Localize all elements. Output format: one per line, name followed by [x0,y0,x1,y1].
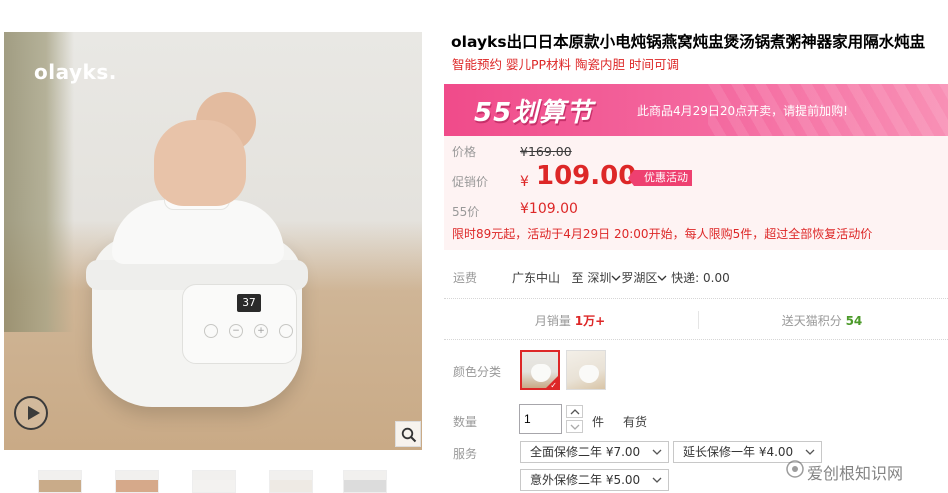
shipping-info: 广东中山 至 深圳 罗湖区 快递: 0.00 [512,269,730,286]
arrow-up-icon [570,409,580,415]
stock-status: 有货 [623,415,648,429]
chevron-down-icon [805,449,815,455]
service-option-accident-warranty[interactable]: 意外保修二年 ¥5.00 [520,469,669,491]
service-label: 服务 [453,447,478,461]
color-option-1[interactable]: ✓ [520,350,560,390]
list-price-label: 价格 [452,145,477,159]
panel-button-menu [204,324,218,338]
panel-button-minus: − [229,324,243,338]
service-text: 意外保修二年 ¥5.00 [530,473,641,487]
chevron-down-icon [652,449,662,455]
watermark-text: 爱创根知识网 [807,464,904,483]
product-subtitle: 智能预约 婴儿PP材料 陶瓷内胆 时间可调 [452,57,679,72]
thumbnail[interactable] [38,470,82,493]
ship-city: 深圳 [587,271,612,285]
thumbnail[interactable] [269,470,313,493]
product-title: olayks出口日本原款小电炖锅燕窝炖盅煲汤锅煮粥神器家用隔水炖盅 [451,33,926,51]
promo-logo: 55划算节 [474,98,594,128]
monthly-sales: 月销量 1万+ [444,312,696,329]
panel-button-plus: + [254,324,268,338]
thumbnail[interactable] [115,470,159,493]
sale-price: 109.00 [536,161,637,191]
service-text: 延长保修一年 ¥4.00 [683,445,794,459]
thumbnail-strip [38,470,398,493]
ship-city-select[interactable]: 深圳 [587,271,621,285]
main-product-image[interactable]: olayks. 37 − + [4,32,422,450]
purchase-limit-note: 限时89元起，活动于4月29日 20:00开始，每人限购5件，超过全部恢复活动价 [452,227,873,241]
ship-district: 罗湖区 [621,271,658,285]
quantity-label: 数量 [453,415,478,429]
product-page: olayks. 37 − + olayks出口日本原款小电炖锅燕窝炖盅煲汤锅煮粥… [0,0,948,493]
thumbnail[interactable] [192,470,236,493]
promo-badge[interactable]: 优惠活动 [628,170,692,186]
points-value: 54 [845,314,863,328]
quantity-unit: 件 [592,415,605,429]
brand-logo: olayks. [34,60,117,84]
ship-district-select[interactable]: 罗湖区 [621,271,667,285]
zoom-button[interactable] [395,421,421,447]
service-text: 全面保修二年 ¥7.00 [530,445,641,459]
panel-button-power [279,324,293,338]
watermark-logo-icon [786,460,804,478]
quantity-decrease-button[interactable] [566,420,583,433]
event-price-label: 55价 [452,205,480,219]
service-option-full-warranty[interactable]: 全面保修二年 ¥7.00 [520,441,669,463]
shipping-label: 运费 [453,271,478,285]
zoom-icon [401,427,417,443]
quantity-increase-button[interactable] [566,405,583,418]
currency-symbol: ¥ [520,174,529,190]
chevron-down-icon [657,275,667,281]
sale-price-label: 促销价 [452,175,489,189]
event-price: ¥109.00 [520,201,578,217]
thumbnail[interactable] [343,470,387,493]
stats-bar: 月销量 1万+ 送天猫积分 54 [444,298,948,340]
price-box: 价格 ¥169.00 促销价 ¥ 109.00 优惠活动 55价 ¥109.00… [444,136,948,250]
color-label: 颜色分类 [453,365,502,379]
color-option-2[interactable] [566,350,606,390]
sales-value: 1万+ [574,314,606,328]
play-icon[interactable] [14,396,48,430]
sales-label: 月销量 [534,314,571,328]
promo-banner: 55划算节 此商品4月29日20点开卖，请提前加购! [444,84,948,136]
hand [154,120,246,206]
check-icon: ✓ [550,381,557,390]
ship-express: 快递: 0.00 [671,271,730,285]
chevron-down-icon [652,477,662,483]
promo-notice: 此商品4月29日20点开卖，请提前加购! [637,104,848,118]
quantity-input[interactable] [519,404,562,434]
arrow-down-icon [570,424,580,430]
panel-display: 37 [237,294,261,312]
ship-to-prefix: 至 [571,271,584,285]
chevron-down-icon [611,275,621,281]
ship-from: 广东中山 [512,271,561,285]
points-label: 送天猫积分 [781,314,842,328]
tmall-points: 送天猫积分 54 [696,312,948,329]
list-price: ¥169.00 [520,144,572,159]
